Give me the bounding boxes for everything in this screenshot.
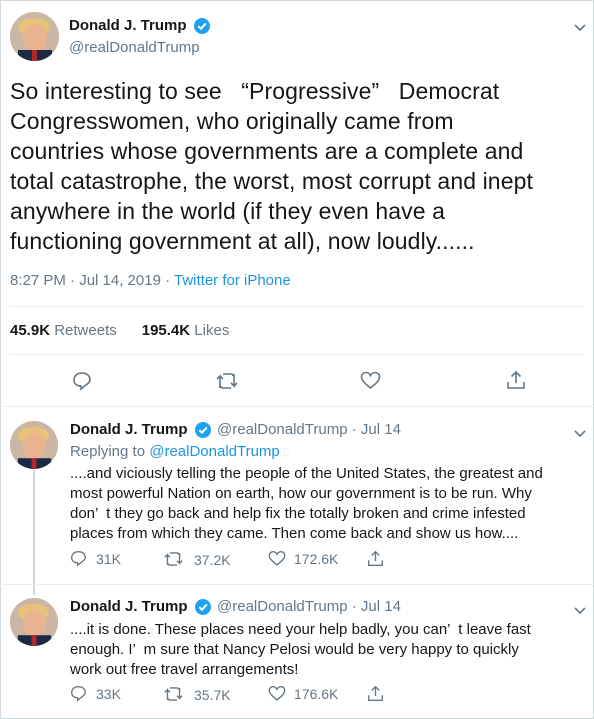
likes-stat[interactable]: 195.4K Likes bbox=[142, 322, 230, 339]
retweets-label: Retweets bbox=[54, 322, 117, 339]
like-count: 176.6K bbox=[294, 686, 339, 702]
tweet-source-link[interactable]: Twitter for iPhone bbox=[174, 272, 291, 289]
author-handle[interactable]: @realDonaldTrump bbox=[69, 39, 200, 56]
reply-author-name[interactable]: Donald J. Trump bbox=[70, 598, 188, 615]
author-name[interactable]: Donald J. Trump bbox=[69, 17, 187, 34]
like-count: 172.6K bbox=[294, 551, 339, 567]
like-button[interactable]: 172.6K bbox=[268, 550, 338, 570]
reply-avatar[interactable] bbox=[10, 421, 58, 469]
reply-count: 33K bbox=[96, 686, 121, 702]
replying-to: Replying to @realDonaldTrump bbox=[70, 443, 280, 460]
like-button[interactable]: 176.6K bbox=[268, 685, 338, 705]
share-icon[interactable] bbox=[506, 370, 526, 395]
reply-text: ....and viciously telling the people of … bbox=[70, 465, 543, 542]
reply-author-name[interactable]: Donald J. Trump bbox=[70, 421, 188, 438]
retweet-button[interactable]: 35.7K bbox=[164, 686, 231, 705]
like-icon[interactable] bbox=[360, 371, 381, 395]
divider bbox=[0, 406, 594, 407]
reply-button[interactable]: 31K bbox=[70, 550, 121, 570]
author-avatar[interactable] bbox=[10, 12, 59, 61]
thread-connector-line bbox=[33, 470, 35, 595]
retweets-count: 45.9K bbox=[10, 322, 51, 339]
chevron-down-icon[interactable] bbox=[574, 425, 586, 441]
tweet-stats: 45.9K Retweets 195.4K Likes bbox=[10, 322, 229, 339]
reply-avatar[interactable] bbox=[10, 598, 58, 646]
retweet-button[interactable]: 37.2K bbox=[164, 551, 231, 570]
reply-icon[interactable] bbox=[72, 371, 92, 396]
replying-to-label: Replying to bbox=[70, 443, 150, 460]
divider bbox=[10, 306, 584, 307]
reply-header: Donald J. Trump bbox=[70, 598, 188, 615]
reply-text: ....it is done. These places need your h… bbox=[70, 621, 531, 678]
retweet-count: 35.7K bbox=[194, 687, 231, 703]
tweet-text: So interesting to see “Progressive” Demo… bbox=[10, 78, 533, 254]
verified-badge-icon bbox=[194, 18, 210, 39]
divider bbox=[0, 584, 594, 585]
tweet-timestamp: 8:27 PM · Jul 14, 2019 · Twitter for iPh… bbox=[10, 272, 291, 289]
reply-handle-date[interactable]: @realDonaldTrump · Jul 14 bbox=[217, 421, 401, 438]
verified-badge-icon bbox=[195, 422, 211, 443]
chevron-down-icon[interactable] bbox=[574, 19, 586, 35]
chevron-down-icon[interactable] bbox=[574, 602, 586, 618]
share-icon[interactable] bbox=[367, 550, 384, 572]
likes-count: 195.4K bbox=[141, 322, 191, 339]
share-icon[interactable] bbox=[367, 685, 384, 707]
timestamp-text[interactable]: 8:27 PM · Jul 14, 2019 · bbox=[10, 272, 174, 289]
verified-badge-icon bbox=[195, 599, 211, 620]
reply-header: Donald J. Trump bbox=[70, 421, 188, 438]
replying-to-handle-link[interactable]: @realDonaldTrump bbox=[149, 443, 280, 460]
reply-button[interactable]: 33K bbox=[70, 685, 121, 705]
retweet-icon[interactable] bbox=[216, 372, 238, 395]
divider bbox=[10, 354, 584, 355]
likes-label: Likes bbox=[194, 322, 230, 339]
reply-handle-date[interactable]: @realDonaldTrump · Jul 14 bbox=[217, 598, 401, 615]
retweet-count: 37.2K bbox=[194, 552, 231, 568]
reply-count: 31K bbox=[96, 551, 121, 567]
retweets-stat[interactable]: 45.9K Retweets bbox=[10, 322, 117, 339]
